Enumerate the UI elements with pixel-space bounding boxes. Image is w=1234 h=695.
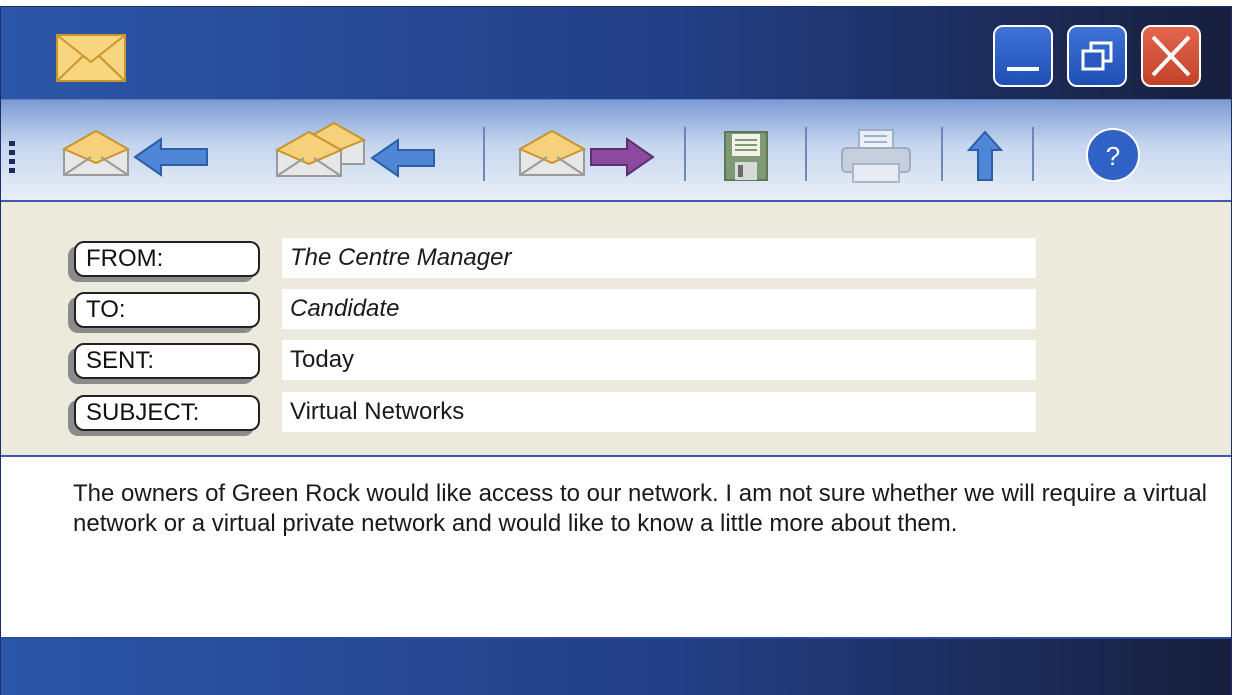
toolbar-separator bbox=[941, 127, 943, 181]
sent-label: SENT: bbox=[74, 343, 260, 379]
message-header: FROM: The Centre Manager TO: Candidate S… bbox=[1, 200, 1231, 457]
save-button[interactable] bbox=[723, 130, 769, 182]
toolbar-separator bbox=[483, 127, 485, 181]
message-text: The owners of Green Rock would like acce… bbox=[73, 480, 1207, 537]
envelope-icon bbox=[61, 129, 131, 176]
toolbar-grip[interactable] bbox=[9, 141, 15, 177]
reply-all-icon bbox=[370, 138, 435, 178]
svg-text:?: ? bbox=[1106, 141, 1120, 171]
envelope-icon bbox=[517, 129, 587, 176]
envelope-icon bbox=[56, 34, 126, 82]
title-bar bbox=[1, 7, 1231, 99]
from-label: FROM: bbox=[74, 241, 260, 277]
to-field[interactable]: Candidate bbox=[282, 289, 1036, 329]
to-label: TO: bbox=[74, 292, 260, 328]
maximize-button[interactable] bbox=[1067, 25, 1127, 87]
reply-icon bbox=[133, 137, 208, 177]
restore-icon bbox=[1081, 41, 1113, 71]
up-button[interactable] bbox=[967, 130, 1003, 182]
envelopes-icon bbox=[274, 121, 367, 177]
email-window: ? FROM: The Centre Manager TO: Candidate… bbox=[0, 6, 1232, 695]
print-button[interactable] bbox=[839, 128, 913, 184]
toolbar-separator bbox=[684, 127, 686, 181]
help-button[interactable]: ? bbox=[1085, 127, 1141, 183]
from-field[interactable]: The Centre Manager bbox=[282, 238, 1036, 278]
sent-field[interactable]: Today bbox=[282, 340, 1036, 380]
up-arrow-icon bbox=[967, 130, 1003, 181]
forward-button[interactable] bbox=[517, 127, 657, 177]
close-icon bbox=[1151, 35, 1191, 77]
toolbar: ? bbox=[1, 99, 1231, 201]
subject-label: SUBJECT: bbox=[74, 395, 260, 431]
floppy-disk-icon bbox=[724, 131, 768, 181]
reply-button[interactable] bbox=[61, 127, 211, 177]
printer-icon bbox=[841, 129, 911, 183]
minimize-button[interactable] bbox=[993, 25, 1053, 87]
toolbar-separator bbox=[805, 127, 807, 181]
message-body[interactable]: The owners of Green Rock would like acce… bbox=[1, 457, 1231, 639]
close-button[interactable] bbox=[1141, 25, 1201, 87]
help-icon: ? bbox=[1086, 128, 1140, 182]
minimize-icon bbox=[1007, 67, 1039, 71]
reply-all-button[interactable] bbox=[274, 120, 449, 178]
toolbar-separator bbox=[1032, 127, 1034, 181]
subject-field[interactable]: Virtual Networks bbox=[282, 392, 1036, 432]
forward-icon bbox=[590, 137, 655, 177]
